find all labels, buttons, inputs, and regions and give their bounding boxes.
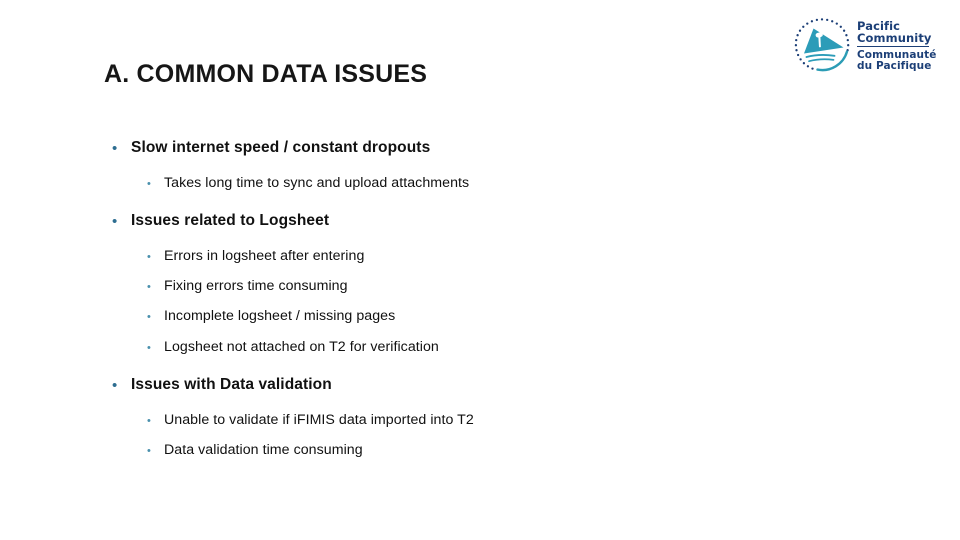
- logo-line-du-pacifique: du Pacifique: [857, 59, 932, 72]
- bullet-level2-text: Logsheet not attached on T2 for verifica…: [164, 338, 439, 355]
- bullet-level1-text: Slow internet speed / constant dropouts: [131, 139, 431, 156]
- bullet-level1: • Issues related to Logsheet: [104, 211, 864, 232]
- logo-wordmark: Pacific Community Communauté du Pacifiqu…: [857, 18, 936, 72]
- bullet-level1-text: Issues with Data validation: [131, 375, 332, 393]
- bullet-level2: • Unable to validate if iFIMIS data impo…: [104, 411, 864, 430]
- bullet-level2: • Incomplete logsheet / missing pages: [104, 307, 864, 326]
- spc-sail-canoe-emblem-icon: [793, 16, 851, 74]
- bullet-group: • Issues related to Logsheet • Errors in…: [104, 211, 864, 357]
- bullet-level2: • Takes long time to sync and upload att…: [104, 174, 864, 193]
- bullet-marker-icon: •: [112, 140, 118, 157]
- bullet-level2: • Data validation time consuming: [104, 441, 864, 460]
- sub-bullet-marker-icon: •: [147, 251, 151, 264]
- bullet-level1: • Slow internet speed / constant dropout…: [104, 138, 864, 159]
- sub-bullet-marker-icon: •: [147, 177, 151, 190]
- bullet-marker-icon: •: [112, 376, 118, 394]
- bullet-level2: • Fixing errors time consuming: [104, 277, 864, 296]
- bullet-level2: • Errors in logsheet after entering: [104, 247, 864, 266]
- bullet-level2-text: Data validation time consuming: [164, 441, 363, 458]
- bullet-group: • Slow internet speed / constant dropout…: [104, 138, 864, 193]
- bullet-level2-text: Errors in logsheet after entering: [164, 248, 365, 265]
- logo-line-community: Community: [857, 31, 932, 46]
- sub-bullet-marker-icon: •: [147, 414, 151, 427]
- bullet-level2-text: Incomplete logsheet / missing pages: [164, 308, 396, 325]
- bullet-group: • Issues with Data validation • Unable t…: [104, 375, 864, 460]
- bullet-level2-text: Takes long time to sync and upload attac…: [164, 174, 470, 191]
- logo-divider: [857, 46, 929, 48]
- pacific-community-logo: Pacific Community Communauté du Pacifiqu…: [793, 14, 948, 76]
- sub-bullet-marker-icon: •: [147, 444, 151, 457]
- sub-bullet-marker-icon: •: [147, 311, 151, 324]
- bullet-level1-text: Issues related to Logsheet: [131, 212, 330, 230]
- bullet-level2: • Logsheet not attached on T2 for verifi…: [104, 338, 864, 357]
- bullet-level2-text: Fixing errors time consuming: [164, 278, 348, 295]
- bullet-level2-text: Unable to validate if iFIMIS data import…: [164, 411, 474, 428]
- presentation-slide: Pacific Community Communauté du Pacifiqu…: [0, 0, 960, 540]
- slide-body: • Slow internet speed / constant dropout…: [104, 138, 864, 462]
- slide-title: A. COMMON DATA ISSUES: [104, 60, 428, 88]
- bullet-level1: • Issues with Data validation: [104, 375, 864, 396]
- sub-bullet-marker-icon: •: [147, 281, 151, 294]
- sub-bullet-marker-icon: •: [147, 341, 151, 354]
- bullet-marker-icon: •: [112, 213, 118, 231]
